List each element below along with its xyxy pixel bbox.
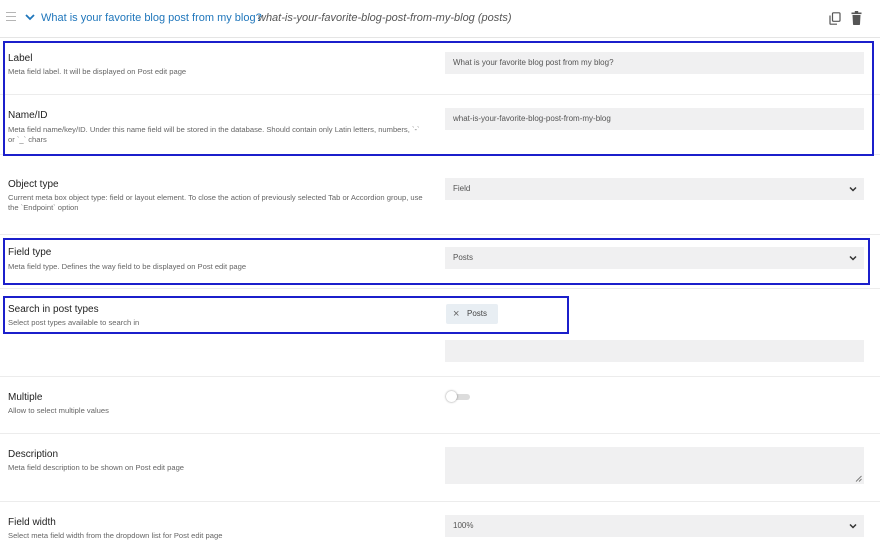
search-post-types-title: Search in post types — [8, 304, 99, 315]
field-width-description: Select meta field width from the dropdow… — [8, 531, 223, 540]
post-type-tag-label: Posts — [467, 309, 488, 318]
label-row: Label Meta field label. It will be displ… — [0, 39, 880, 95]
search-post-types-row: Search in post types Select post types a… — [0, 289, 880, 377]
object-type-row: Object type Current meta box object type… — [0, 155, 880, 235]
toggle-knob — [446, 391, 457, 402]
field-title-link[interactable]: What is your favorite blog post from my … — [41, 12, 262, 24]
description-description: Meta field description to be shown on Po… — [8, 463, 185, 472]
field-type-title: Field type — [8, 247, 52, 258]
name-id-title: Name/ID — [8, 110, 48, 121]
label-title: Label — [8, 53, 33, 64]
chevron-down-icon — [849, 523, 857, 529]
field-type-description: Meta field type. Defines the way field t… — [8, 262, 247, 271]
field-width-title: Field width — [8, 517, 56, 528]
name-id-row: Name/ID Meta field name/key/ID. Under th… — [0, 95, 880, 155]
field-width-value: 100% — [453, 521, 474, 530]
drag-handle-icon[interactable] — [6, 12, 16, 21]
field-type-select[interactable]: Posts — [445, 247, 864, 269]
chevron-down-icon[interactable] — [24, 11, 36, 23]
search-post-types-description: Select post types available to search in — [8, 318, 140, 327]
field-width-row: Field width Select meta field width from… — [0, 502, 880, 560]
label-input[interactable]: What is your favorite blog post from my … — [445, 52, 864, 74]
post-types-search-input[interactable] — [445, 340, 864, 362]
multiple-title: Multiple — [8, 392, 43, 403]
meta-field-header[interactable]: What is your favorite blog post from my … — [0, 0, 880, 38]
chevron-down-icon — [849, 186, 857, 192]
object-type-value: Field — [453, 184, 471, 193]
object-type-title: Object type — [8, 179, 59, 190]
resize-handle-icon[interactable] — [855, 475, 862, 482]
multiple-description: Allow to select multiple values — [8, 406, 109, 415]
trash-icon[interactable] — [851, 11, 862, 25]
multiple-row: Multiple Allow to select multiple values — [0, 377, 880, 434]
object-type-description: Current meta box object type: field or l… — [8, 193, 423, 212]
description-textarea[interactable] — [445, 447, 864, 484]
object-type-select[interactable]: Field — [445, 178, 864, 200]
name-id-description: Meta field name/key/ID. Under this name … — [8, 125, 420, 144]
multiple-toggle[interactable] — [446, 391, 470, 402]
close-icon[interactable]: × — [453, 304, 459, 324]
chevron-down-icon — [849, 255, 857, 261]
field-slug: what-is-your-favorite-blog-post-from-my-… — [258, 12, 512, 24]
field-type-value: Posts — [453, 253, 474, 262]
name-id-input[interactable]: what-is-your-favorite-blog-post-from-my-… — [445, 108, 864, 130]
field-width-select[interactable]: 100% — [445, 515, 864, 537]
post-type-tag: × Posts — [446, 304, 498, 324]
description-title: Description — [8, 449, 59, 460]
field-type-row: Field type Meta field type. Defines the … — [0, 235, 880, 289]
copy-icon[interactable] — [829, 12, 841, 25]
label-description: Meta field label. It will be displayed o… — [8, 67, 187, 76]
